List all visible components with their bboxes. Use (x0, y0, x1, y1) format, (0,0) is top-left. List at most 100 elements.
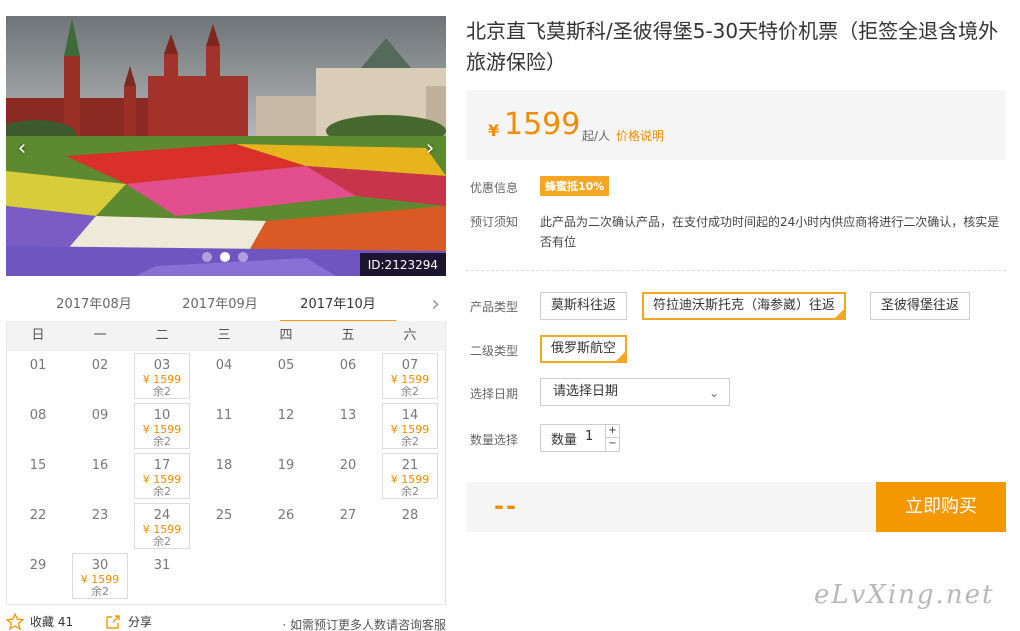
day-stock: 余2 (401, 435, 419, 448)
calendar-day: 06 (317, 351, 379, 401)
day-number: 29 (29, 558, 47, 573)
section-divider (466, 270, 1006, 271)
day-number: 14 (401, 408, 419, 423)
calendar-day-available[interactable]: 07 ¥ 1599 余2 (382, 353, 438, 399)
day-number: 20 (339, 458, 357, 473)
calendar-day-available[interactable]: 03 ¥ 1599 余2 (134, 353, 190, 399)
calendar-day: 18 (193, 451, 255, 501)
calendar-day-available[interactable]: 17 ¥ 1599 余2 (134, 453, 190, 499)
quantity-decrease-button[interactable]: − (605, 438, 619, 451)
calendar-day: 08 (7, 401, 69, 451)
tab-month-08[interactable]: 2017年08月 (36, 290, 152, 320)
weekday-tue: 二 (155, 328, 169, 343)
price-note-link[interactable]: 价格说明 (616, 127, 664, 144)
currency-symbol: ¥ (488, 121, 500, 140)
carousel-dots (202, 252, 248, 262)
day-stock: 余2 (153, 385, 171, 398)
calendar-day: 01 (7, 351, 69, 401)
product-page: ‹ › ID:2123294 2017年08月 2017年09月 2017年10… (0, 0, 1020, 631)
calendar-day-available[interactable]: 14 ¥ 1599 余2 (382, 403, 438, 449)
day-number: 01 (29, 358, 47, 373)
price-unit: 起/人 (582, 129, 611, 143)
product-type-label: 产品类型 (470, 300, 519, 314)
day-number: 27 (339, 508, 357, 523)
day-number: 19 (277, 458, 295, 473)
type-option-moscow[interactable]: 莫斯科往返 (540, 292, 628, 320)
date-select-value: 请选择日期 (553, 384, 619, 399)
subtype-option-aeroflot[interactable]: 俄罗斯航空 (540, 335, 628, 363)
chevron-right-icon: › (431, 292, 440, 317)
tab-month-10[interactable]: 2017年10月 (280, 290, 396, 323)
photo-next-button[interactable]: › (420, 134, 440, 164)
day-stock: 余2 (153, 535, 171, 548)
chevron-down-icon: ⌄ (708, 386, 719, 400)
calendar-day-available[interactable]: 10 ¥ 1599 余2 (134, 403, 190, 449)
date-select[interactable]: 请选择日期 ⌄ (540, 378, 730, 406)
day-number: 23 (91, 508, 109, 523)
subtype-label: 二级类型 (470, 344, 519, 358)
day-number: 15 (29, 458, 47, 473)
month-tabs: 2017年08月 2017年09月 2017年10月 › (6, 290, 446, 324)
calendar-day: 20 (317, 451, 379, 501)
day-number: 05 (277, 358, 295, 373)
calendar-day: 12 (255, 401, 317, 451)
red-square-photo (6, 16, 446, 276)
next-month-button[interactable]: › (431, 292, 440, 318)
day-number: 18 (215, 458, 233, 473)
quantity-input[interactable] (585, 429, 605, 444)
calendar-day: 15 (7, 451, 69, 501)
discount-label: 优惠信息 (470, 181, 519, 195)
weekday-sat: 六 (403, 328, 417, 343)
calendar-days: 01 02 03 ¥ 1599 余2 04 05 06 07 ¥ 1599 余2 08 09 10 ¥ 15… (7, 351, 445, 601)
type-option-st-petersburg[interactable]: 圣彼得堡往返 (870, 292, 971, 320)
booking-notice: 此产品为二次确认产品，在支付成功时间起的24小时内供应商将进行二次确认，核实是否… (540, 215, 1000, 249)
day-stock: 余2 (401, 485, 419, 498)
carousel-dot-active[interactable] (220, 252, 230, 262)
favorite-label: 收藏 41 (30, 615, 74, 629)
weekday-wed: 三 (217, 328, 231, 343)
calendar-day: 29 (7, 551, 69, 601)
share-button[interactable]: 分享 (104, 613, 152, 630)
total-price: -- (494, 492, 518, 520)
calendar-day: 09 (69, 401, 131, 451)
day-number: 07 (401, 358, 419, 373)
bottom-actions: 收藏 41 分享 · 如需预订更多人数请咨询客服 (6, 613, 446, 631)
calendar-day: 11 (193, 401, 255, 451)
type-option-vladivostok[interactable]: 符拉迪沃斯托克（海参崴）往返 (642, 292, 847, 320)
calendar-day: 25 (193, 501, 255, 551)
calendar-day: 28 (379, 501, 441, 551)
day-stock: 余2 (91, 585, 109, 598)
buy-now-button[interactable]: 立即购买 (876, 482, 1006, 532)
weekday-fri: 五 (341, 328, 355, 343)
day-number: 08 (29, 408, 47, 423)
carousel-dot[interactable] (202, 252, 212, 262)
favorite-button[interactable]: 收藏 41 (6, 613, 73, 630)
calendar-day: 05 (255, 351, 317, 401)
date-calendar: 日 一 二 三 四 五 六 01 02 03 ¥ 1599 余2 04 05 06 07 ¥ 15… (6, 321, 446, 605)
calendar-day: 23 (69, 501, 131, 551)
day-number: 24 (153, 508, 171, 523)
product-photo[interactable]: ‹ › ID:2123294 (6, 16, 446, 276)
calendar-day-available[interactable]: 21 ¥ 1599 余2 (382, 453, 438, 499)
calendar-day-available[interactable]: 30 ¥ 1599 余2 (72, 553, 128, 599)
day-number: 26 (277, 508, 295, 523)
tab-month-09[interactable]: 2017年09月 (162, 290, 278, 320)
carousel-dot[interactable] (238, 252, 248, 262)
price-box: ¥ 1599 起/人 价格说明 (466, 90, 1006, 160)
chevron-left-icon: ‹ (17, 136, 27, 161)
day-number: 13 (339, 408, 357, 423)
calendar-day-available[interactable]: 24 ¥ 1599 余2 (134, 503, 190, 549)
calendar-day: 04 (193, 351, 255, 401)
day-number: 30 (91, 558, 109, 573)
day-number: 21 (401, 458, 419, 473)
share-icon (106, 615, 120, 629)
calendar-day: 19 (255, 451, 317, 501)
quantity-label: 数量选择 (470, 433, 519, 447)
day-number: 10 (153, 408, 171, 423)
day-stock: 余2 (153, 435, 171, 448)
day-number: 16 (91, 458, 109, 473)
photo-prev-button[interactable]: ‹ (12, 134, 32, 164)
calendar-day: 16 (69, 451, 131, 501)
quantity-increase-button[interactable]: + (605, 425, 619, 438)
day-number: 11 (215, 408, 233, 423)
